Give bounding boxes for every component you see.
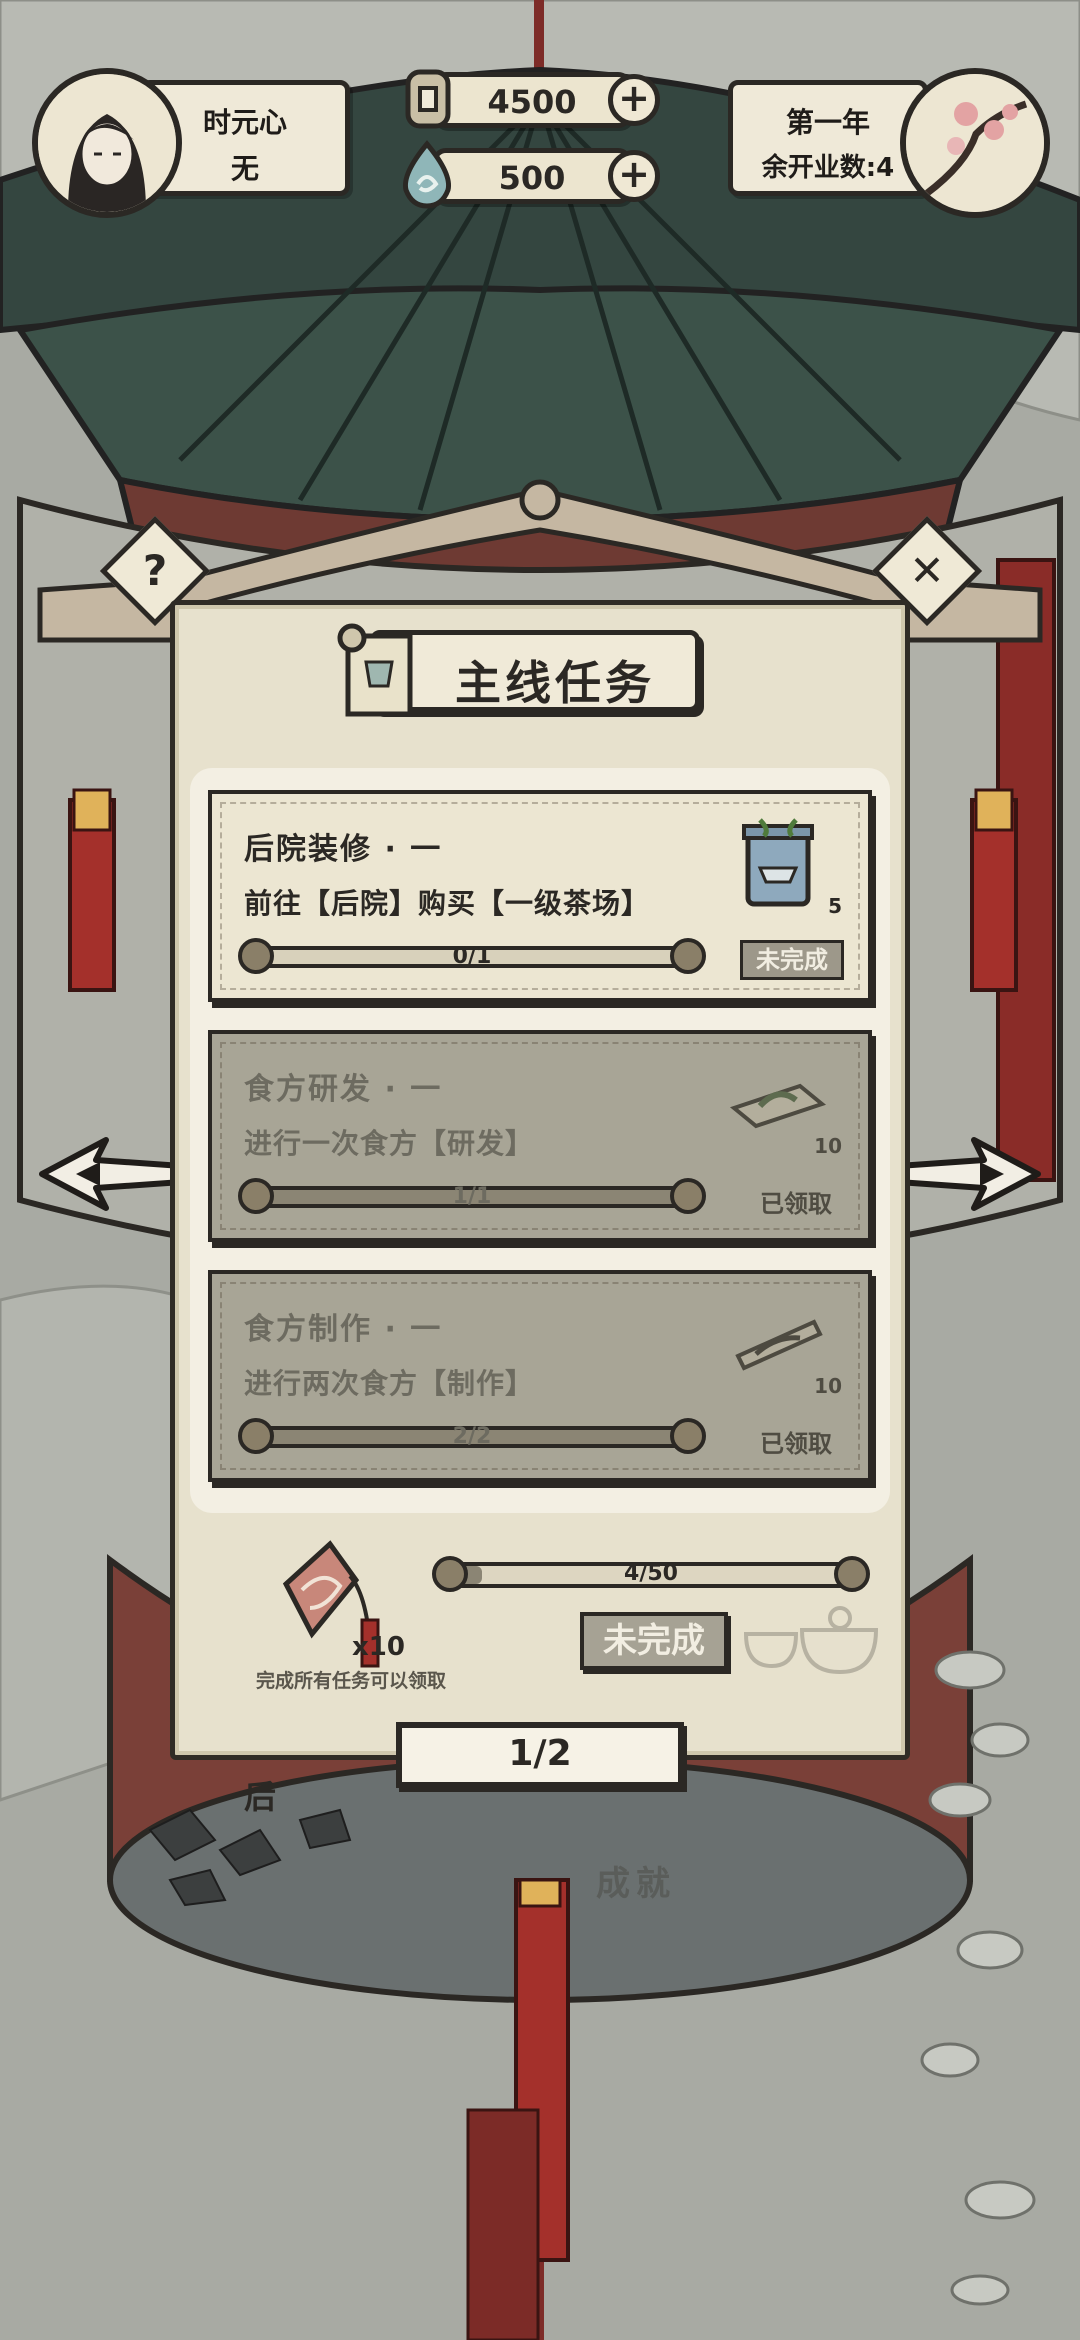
achievement-label[interactable]: 成就 [596,1856,676,1905]
jade-amount: 500 [498,159,566,197]
coin-amount: 4500 [487,83,577,121]
task-card[interactable]: 后院装修 · 一 前往【后院】购买【一级茶场】 0/1 5 未完成 [208,790,872,1002]
panel-title: 主线任务 [455,656,655,710]
task-card[interactable]: 食方制作 · 一 进行两次食方【制作】 2/2 10 已领取 [208,1270,872,1482]
calendar-card: 第一年 余开业数:4 [728,80,928,196]
claim-hint: 完成所有任务可以领取 [256,1670,447,1692]
task-description: 进行一次食方【研发】 [244,1127,535,1160]
plum-blossom-icon [906,74,1044,212]
player-avatar[interactable] [32,68,182,218]
total-reward-count: x10 [352,1632,405,1662]
teapot-icon [743,1606,879,1674]
help-icon: ? [142,546,168,595]
task-progress-bar: 0/1 [238,938,706,974]
task-status-label: 已领取 [760,1190,832,1218]
task-status-button[interactable]: 未完成 [740,940,844,980]
task-description: 前往【后院】购买【一级茶场】 [244,887,651,920]
task-progress-text: 2/2 [452,1424,492,1449]
task-title: 食方研发 · 一 [244,1072,443,1107]
coin-counter: 4500 [432,72,632,128]
task-progress-bar: 1/1 [238,1178,706,1214]
close-icon: ✕ [909,546,945,595]
season-emblem[interactable] [900,68,1050,218]
left-arrow-icon[interactable] [36,1134,186,1214]
task-reward-count: 10 [814,1134,842,1158]
backyard-label: 后 [244,1778,277,1816]
total-progress-text: 4/50 [624,1561,678,1586]
jade-icon [402,140,452,209]
avatar-portrait-icon [38,74,176,212]
task-progress-text: 1/1 [452,1184,492,1209]
task-title: 食方制作 · 一 [244,1312,443,1347]
page-indicator: 1/2 [396,1722,684,1788]
task-progress-text: 0/1 [452,944,492,969]
task-progress-bar: 2/2 [238,1418,706,1454]
task-status-label: 已领取 [760,1430,832,1458]
task-description: 进行两次食方【制作】 [244,1367,535,1400]
claim-all-button[interactable]: 未完成 [580,1612,728,1670]
total-progress-bar: 4/50 [432,1556,870,1592]
task-title: 后院装修 · 一 [244,832,443,867]
recipe-icon [730,1083,826,1129]
scroll-icon [337,623,413,717]
recipe-icon [735,1319,823,1371]
coin-icon [405,69,451,129]
task-card[interactable]: 食方研发 · 一 进行一次食方【研发】 1/1 10 已领取 [208,1030,872,1242]
right-arrow-icon[interactable] [894,1134,1044,1214]
calendar-year: 第一年 [785,106,870,139]
days-remaining: 余开业数:4 [761,153,895,183]
jade-counter: 500 [432,148,632,204]
add-coins-button[interactable]: + [608,74,660,126]
tea-tin-icon [742,818,814,907]
task-reward-count: 10 [814,1374,842,1398]
task-reward-count: 5 [828,894,842,918]
add-jade-button[interactable]: + [608,150,660,202]
